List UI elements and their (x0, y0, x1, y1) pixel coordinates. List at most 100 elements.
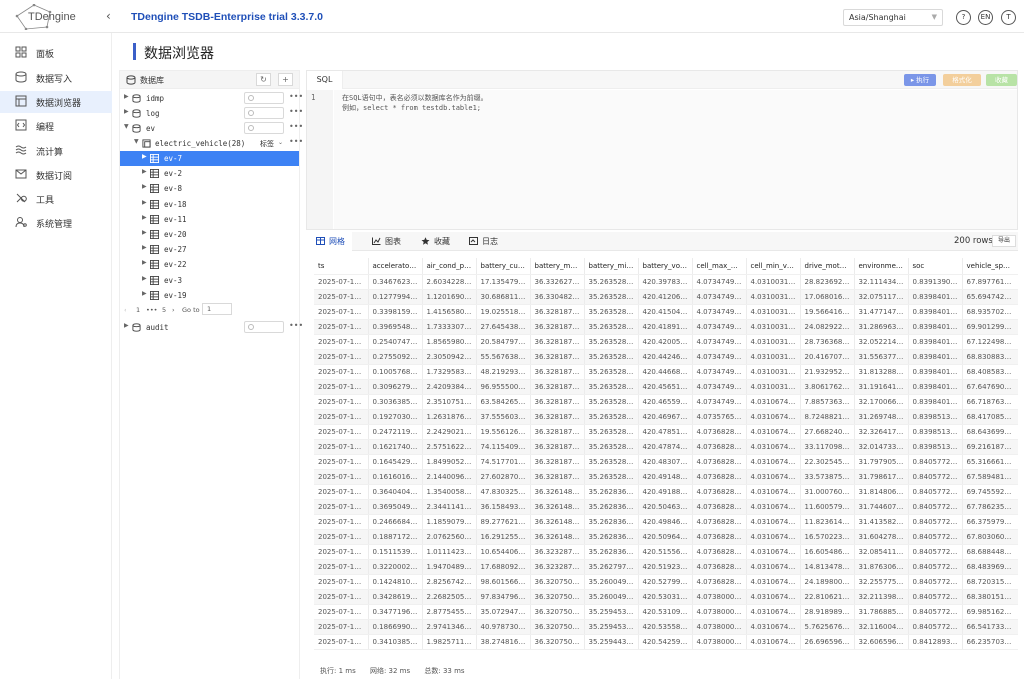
collapse-sidebar-icon[interactable]: ‹ (106, 9, 111, 23)
column-header[interactable]: environmen… (854, 258, 909, 275)
tab-log[interactable]: 日志 (469, 232, 498, 251)
language-button[interactable]: EN (978, 10, 993, 25)
tree-table-item[interactable]: ▶ ev-3 (120, 273, 299, 288)
export-button[interactable]: 导出 (992, 235, 1016, 247)
table-row[interactable]: 2025-07-14… 0.3036385… 2.3510751… 63.584265… (314, 394, 1018, 410)
search-input[interactable] (244, 321, 284, 333)
tree-table-item[interactable]: ▶ ev-20 (120, 227, 299, 242)
table-row[interactable]: 2025-07-14… 0.1511539… 1.0111423… 10.654406… (314, 544, 1018, 560)
logo[interactable]: TDengine (14, 4, 76, 30)
table-row[interactable]: 2025-07-14… 0.3220002… 1.9470489… 17.688092… (314, 559, 1018, 575)
column-header[interactable]: air_cond_p… (422, 258, 477, 275)
collapse-arrow-icon[interactable]: ▼ (124, 123, 129, 130)
expand-arrow-icon[interactable]: ▶ (124, 108, 129, 115)
nav-item-stream[interactable]: 流计算 (0, 140, 112, 162)
tab-grid[interactable]: 网格 (306, 232, 352, 251)
table-row[interactable]: 2025-07-14… 0.1866990… 2.9741346… 40.978730… (314, 619, 1018, 635)
table-row[interactable]: 2025-07-14… 0.3695049… 2.3441141… 36.158493… (314, 499, 1018, 515)
search-input[interactable] (244, 92, 284, 104)
code-area[interactable]: 在SQL语句中，表名必须以数据库名作为前缀。 例如，select * from … (334, 90, 1017, 229)
save-query-button[interactable]: 收藏 (986, 74, 1017, 86)
table-row[interactable]: 2025-07-14… 0.1277994… 1.1201690… 30.686811… (314, 289, 1018, 305)
more-icon[interactable]: ••• (289, 122, 303, 131)
format-button[interactable]: 格式化 (943, 74, 981, 86)
expand-arrow-icon[interactable]: ▶ (142, 214, 147, 221)
tree-table-item[interactable]: ▶ ev-7 (120, 151, 299, 166)
tree-db-ev[interactable]: ▼ ev ••• (120, 121, 303, 136)
column-header[interactable]: ts (314, 258, 369, 275)
expand-arrow-icon[interactable]: ▶ (142, 199, 147, 206)
tree-stable-electric-vehicle[interactable]: ▼ electric_vehicle(28) 标签 ⌄ ••• (120, 136, 303, 151)
nav-item-tools[interactable]: 工具 (0, 188, 112, 210)
prev-page-icon[interactable]: ‹ (124, 306, 127, 314)
search-input[interactable] (244, 122, 284, 134)
expand-arrow-icon[interactable]: ▶ (142, 275, 147, 282)
data-grid[interactable]: ts accelerator… air_cond_p… battery_cur… bat… (314, 258, 1018, 662)
table-row[interactable]: 2025-07-14… 0.2540747… 1.8565980… 20.584797… (314, 334, 1018, 350)
column-header[interactable]: battery_mi… (584, 258, 639, 275)
run-button[interactable]: ▸ 执行 (904, 74, 936, 86)
table-row[interactable]: 2025-07-14… 0.2755092… 2.3050942… 55.567638… (314, 349, 1018, 365)
tree-table-item[interactable]: ▶ ev-8 (120, 181, 299, 196)
table-row[interactable]: 2025-07-14… 0.3640404… 1.3540058… 47.830325… (314, 484, 1018, 500)
table-row[interactable]: 2025-07-14… 0.1645429… 1.8499052… 74.517701… (314, 454, 1018, 470)
tree-table-item[interactable]: ▶ ev-18 (120, 197, 299, 212)
column-header[interactable]: accelerator… (368, 258, 423, 275)
more-icon[interactable]: ••• (289, 321, 303, 330)
chevron-down-icon[interactable]: ⌄ (278, 139, 283, 146)
more-icon[interactable]: ••• (289, 107, 303, 116)
table-row[interactable]: 2025-07-14… 0.3096279… 2.4209384… 96.955500… (314, 379, 1018, 395)
column-header[interactable]: battery_ma… (530, 258, 585, 275)
expand-arrow-icon[interactable]: ▶ (142, 153, 147, 160)
help-button[interactable]: ? (956, 10, 971, 25)
table-row[interactable]: 2025-07-14… 0.1005768… 1.7329583… 48.219293… (314, 364, 1018, 380)
more-icon[interactable]: ••• (289, 137, 303, 146)
tab-chart[interactable]: 图表 (372, 232, 401, 251)
search-input[interactable] (244, 107, 284, 119)
table-row[interactable]: 2025-07-14… 0.1927030… 1.2631876… 37.555603… (314, 409, 1018, 425)
more-icon[interactable]: ••• (289, 92, 303, 101)
column-header[interactable]: vehicle_speed (962, 258, 1018, 275)
tree-table-item[interactable]: ▶ ev-2 (120, 166, 299, 181)
goto-input[interactable]: 1 (202, 303, 232, 315)
tree-db-idmp[interactable]: ▶ idmp ••• (120, 91, 303, 106)
table-row[interactable]: 2025-07-14… 0.3398159… 1.4156580… 19.025518… (314, 304, 1018, 320)
tree-table-item[interactable]: ▶ ev-27 (120, 242, 299, 257)
user-avatar[interactable]: T (1001, 10, 1016, 25)
add-database-button[interactable]: + (278, 73, 293, 86)
expand-arrow-icon[interactable]: ▶ (142, 229, 147, 236)
expand-arrow-icon[interactable]: ▶ (124, 93, 129, 100)
nav-item-data-browser[interactable]: 数据浏览器 (0, 91, 112, 113)
table-row[interactable]: 2025-07-14… 0.1621740… 2.5751622… 74.115409… (314, 439, 1018, 455)
nav-item-code[interactable]: 编程 (0, 115, 112, 137)
column-header[interactable]: cell_max_v… (692, 258, 747, 275)
nav-item-dashboard[interactable]: 面板 (0, 42, 112, 64)
column-header[interactable]: drive_moto… (800, 258, 855, 275)
table-row[interactable]: 2025-07-14… 0.2466684… 1.1859079… 89.277621… (314, 514, 1018, 530)
tree-table-item[interactable]: ▶ ev-22 (120, 257, 299, 272)
tags-label[interactable]: 标签 (260, 139, 274, 149)
column-header[interactable]: battery_cur… (476, 258, 531, 275)
table-row[interactable]: 2025-07-14… 0.2472119… 2.2429021… 19.556126… (314, 424, 1018, 440)
table-row[interactable]: 2025-07-14… 0.3969548… 1.7333307… 27.645438… (314, 319, 1018, 335)
page-ellipsis[interactable]: ••• (146, 306, 158, 314)
tree-table-item[interactable]: ▶ ev-19 (120, 288, 299, 303)
page-1[interactable]: 1 (136, 306, 140, 314)
tree-db-log[interactable]: ▶ log ••• (120, 106, 303, 121)
tab-favorites[interactable]: 收藏 (421, 232, 450, 251)
expand-arrow-icon[interactable]: ▶ (142, 168, 147, 175)
table-row[interactable]: 2025-07-14… 0.1887172… 2.0762560… 16.291255… (314, 529, 1018, 545)
tab-sql[interactable]: SQL (307, 71, 343, 89)
expand-arrow-icon[interactable]: ▶ (142, 183, 147, 190)
column-header[interactable]: battery_vol… (638, 258, 693, 275)
tree-table-item[interactable]: ▶ ev-11 (120, 212, 299, 227)
refresh-button[interactable]: ↻ (256, 73, 271, 86)
tree-db-audit[interactable]: ▶ audit ••• (120, 320, 303, 335)
column-header[interactable]: soc (908, 258, 963, 275)
timezone-select[interactable]: Asia/Shanghai ▼ (843, 9, 943, 26)
expand-arrow-icon[interactable]: ▶ (142, 290, 147, 297)
table-row[interactable]: 2025-07-14… 0.3467623… 2.6034228… 17.135479… (314, 274, 1018, 290)
table-row[interactable]: 2025-07-14… 0.1616016… 2.1440096… 27.602870… (314, 469, 1018, 485)
expand-arrow-icon[interactable]: ▶ (142, 259, 147, 266)
collapse-arrow-icon[interactable]: ▼ (134, 138, 139, 145)
